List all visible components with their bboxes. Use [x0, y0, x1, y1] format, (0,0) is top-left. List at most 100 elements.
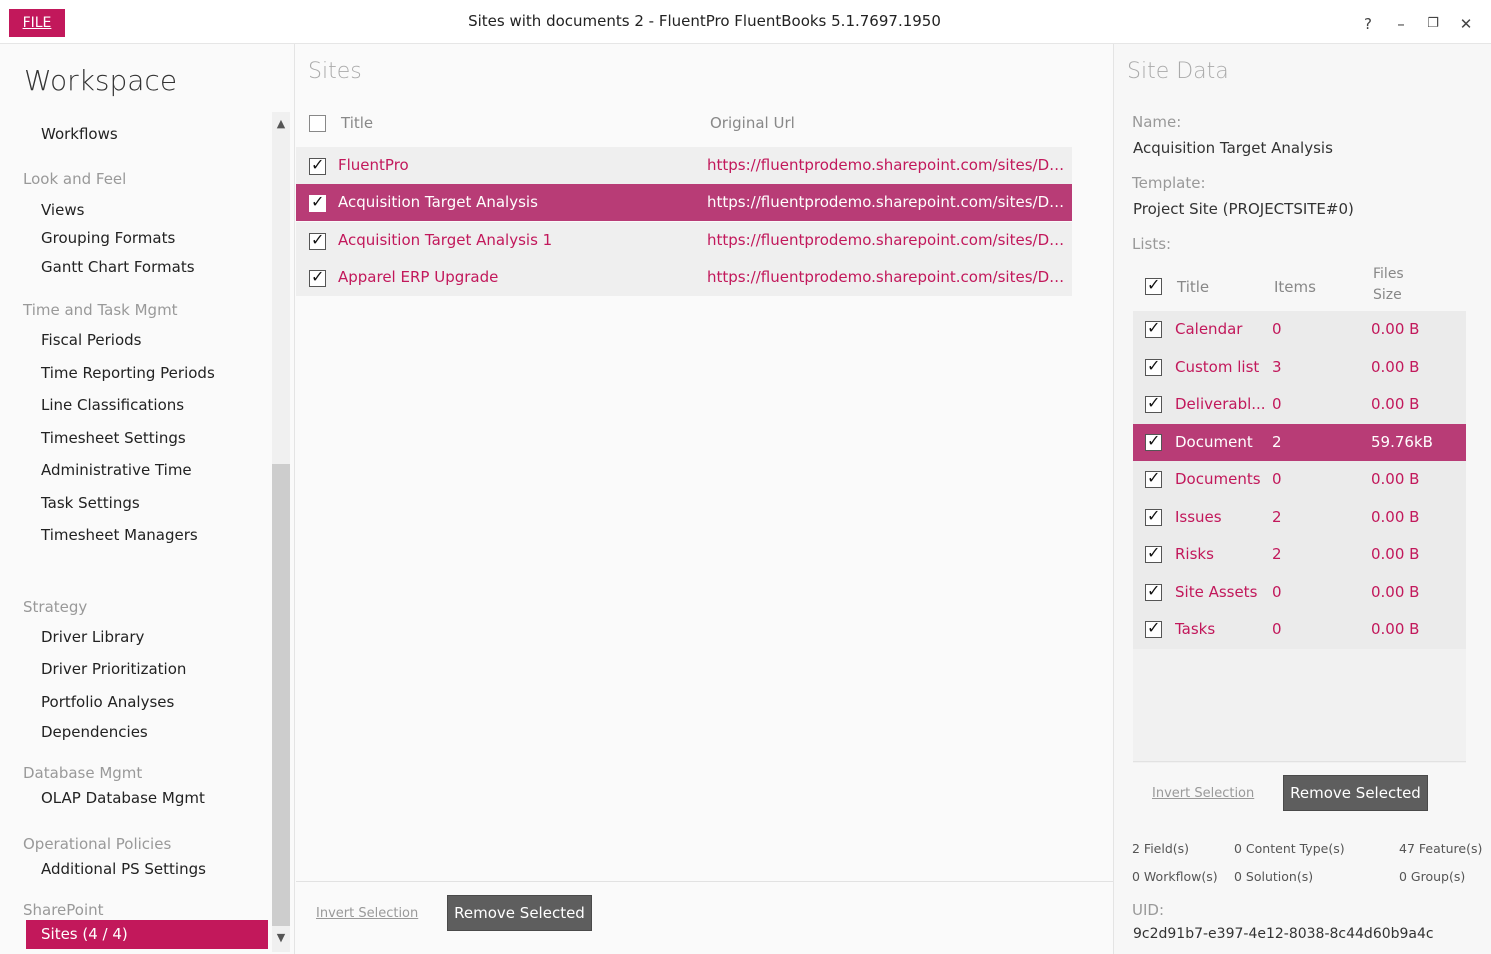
- nav-item-timesheet-settings[interactable]: Timesheet Settings: [41, 429, 186, 447]
- nav-item-driver-library[interactable]: Driver Library: [41, 628, 144, 646]
- lists-column-items[interactable]: Items: [1274, 278, 1316, 296]
- site-url: https://fluentprodemo.sharepoint.com/sit…: [707, 268, 1067, 286]
- nav-section-time-task: Time and Task Mgmt: [23, 301, 178, 319]
- site-row-checkbox[interactable]: [309, 155, 326, 175]
- scroll-up-icon[interactable]: ▲: [272, 115, 290, 133]
- site-title: Acquisition Target Analysis: [338, 193, 538, 211]
- lists-column-size-label[interactable]: Size: [1373, 287, 1402, 303]
- list-row-checkbox[interactable]: [1145, 581, 1162, 601]
- site-row-checkbox[interactable]: [309, 230, 326, 250]
- nav-item-task-settings[interactable]: Task Settings: [41, 494, 140, 512]
- name-value: Acquisition Target Analysis: [1133, 139, 1333, 157]
- list-row[interactable]: Custom list 3 0.00 B: [1133, 348, 1466, 386]
- site-title: FluentPro: [338, 156, 409, 174]
- nav-item-olap-database-mgmt[interactable]: OLAP Database Mgmt: [41, 789, 205, 807]
- list-row[interactable]: Calendar 0 0.00 B: [1133, 311, 1466, 349]
- remove-selected-lists-button[interactable]: Remove Selected: [1283, 775, 1428, 811]
- list-row[interactable]: Risks 2 0.00 B: [1133, 536, 1466, 574]
- groups-count: 0 Group(s): [1399, 869, 1466, 884]
- site-row[interactable]: Acquisition Target Analysis 1 https://fl…: [296, 222, 1072, 259]
- template-value: Project Site (PROJECTSITE#0): [1133, 200, 1354, 218]
- list-size: 0.00 B: [1371, 620, 1420, 638]
- list-row-checkbox[interactable]: [1145, 431, 1162, 451]
- solutions-count: 0 Solution(s): [1234, 869, 1314, 884]
- list-name: Deliverabl...: [1175, 395, 1266, 413]
- list-row-checkbox[interactable]: [1145, 468, 1162, 488]
- invert-selection-link[interactable]: Invert Selection: [316, 906, 418, 921]
- site-row[interactable]: Apparel ERP Upgrade https://fluentprodem…: [296, 259, 1072, 296]
- list-name: Issues: [1175, 507, 1222, 526]
- nav-item-time-reporting-periods[interactable]: Time Reporting Periods: [41, 364, 215, 382]
- remove-selected-sites-button[interactable]: Remove Selected: [447, 895, 592, 931]
- site-row-checkbox[interactable]: [309, 192, 326, 212]
- list-size: 0.00 B: [1371, 545, 1420, 563]
- workflows-count: 0 Workflow(s): [1132, 869, 1218, 884]
- nav-item-gantt-chart-formats[interactable]: Gantt Chart Formats: [41, 258, 195, 276]
- nav-item-sites[interactable]: Sites (4 / 4): [26, 920, 268, 949]
- sites-panel: Sites Title Original Url FluentPro https…: [296, 44, 1113, 954]
- nav-item-timesheet-managers[interactable]: Timesheet Managers: [41, 526, 198, 544]
- nav-scrollbar-thumb[interactable]: [272, 464, 290, 926]
- nav-item-fiscal-periods[interactable]: Fiscal Periods: [41, 331, 141, 349]
- list-row-checkbox[interactable]: [1145, 543, 1162, 563]
- nav-item-additional-ps-settings[interactable]: Additional PS Settings: [41, 860, 206, 878]
- workspace-navigation: Workspace Workflows Look and Feel Views …: [0, 44, 295, 954]
- scroll-down-icon[interactable]: ▼: [272, 929, 290, 947]
- list-row[interactable]: Site Assets 0 0.00 B: [1133, 573, 1466, 611]
- lists-column-files-label[interactable]: Files: [1373, 266, 1404, 282]
- close-button[interactable]: ✕: [1454, 12, 1478, 36]
- list-row-checkbox[interactable]: [1145, 356, 1162, 376]
- list-row[interactable]: Documents 0 0.00 B: [1133, 461, 1466, 499]
- fields-count: 2 Field(s): [1132, 841, 1190, 856]
- list-row[interactable]: Tasks 0 0.00 B: [1133, 611, 1466, 649]
- list-items: 0: [1272, 320, 1282, 338]
- list-size: 0.00 B: [1371, 320, 1420, 338]
- nav-item-driver-prioritization[interactable]: Driver Prioritization: [41, 660, 186, 678]
- nav-item-administrative-time[interactable]: Administrative Time: [41, 461, 192, 479]
- nav-item-dependencies[interactable]: Dependencies: [41, 723, 148, 741]
- lists-table-header: Title Items Files Size: [1133, 260, 1466, 311]
- column-header-title[interactable]: Title: [341, 114, 373, 132]
- nav-item-workflows[interactable]: Workflows: [41, 125, 118, 143]
- list-row[interactable]: Deliverabl... 0 0.00 B: [1133, 386, 1466, 424]
- list-name: Document: [1175, 432, 1253, 451]
- minimize-button[interactable]: –: [1389, 12, 1413, 36]
- divider: [296, 881, 1113, 882]
- nav-section-database-mgmt: Database Mgmt: [23, 764, 143, 782]
- nav-item-views[interactable]: Views: [41, 201, 84, 219]
- invert-selection-lists-link[interactable]: Invert Selection: [1152, 786, 1254, 801]
- list-size: 0.00 B: [1371, 582, 1420, 601]
- list-row-checkbox[interactable]: [1145, 318, 1162, 338]
- list-items: 0: [1272, 620, 1282, 638]
- site-row[interactable]: FluentPro https://fluentprodemo.sharepoi…: [296, 147, 1072, 184]
- list-items: 0: [1272, 470, 1282, 488]
- list-size: 0.00 B: [1371, 507, 1420, 526]
- list-size: 0.00 B: [1371, 357, 1420, 376]
- sites-heading: Sites: [308, 59, 362, 84]
- list-row-checkbox[interactable]: [1145, 618, 1162, 638]
- name-label: Name:: [1132, 113, 1182, 131]
- column-header-original-url[interactable]: Original Url: [710, 114, 795, 132]
- list-row-selected[interactable]: Document 2 59.76kB: [1133, 423, 1466, 461]
- restore-button[interactable]: ❐: [1421, 12, 1445, 36]
- nav-item-portfolio-analyses[interactable]: Portfolio Analyses: [41, 693, 174, 711]
- list-row-checkbox[interactable]: [1145, 393, 1162, 413]
- site-row-selected[interactable]: Acquisition Target Analysis https://flue…: [296, 184, 1072, 221]
- nav-item-line-classifications[interactable]: Line Classifications: [41, 396, 184, 414]
- site-title: Acquisition Target Analysis 1: [338, 231, 553, 249]
- select-all-lists-checkbox[interactable]: [1145, 275, 1162, 295]
- select-all-sites-checkbox[interactable]: [309, 115, 326, 136]
- list-items: 0: [1272, 395, 1282, 413]
- site-url: https://fluentprodemo.sharepoint.com/sit…: [707, 193, 1067, 211]
- list-row[interactable]: Issues 2 0.00 B: [1133, 498, 1466, 536]
- uid-value: 9c2d91b7-e397-4e12-8038-8c44d60b9a4c: [1133, 926, 1434, 942]
- lists-table: Title Items Files Size Calendar 0 0.00 B…: [1133, 260, 1466, 763]
- nav-item-grouping-formats[interactable]: Grouping Formats: [41, 229, 175, 247]
- list-name: Custom list: [1175, 357, 1260, 376]
- help-button[interactable]: ?: [1356, 12, 1380, 36]
- site-row-checkbox[interactable]: [309, 267, 326, 287]
- lists-column-title[interactable]: Title: [1177, 278, 1209, 296]
- list-name: Calendar: [1175, 320, 1243, 338]
- list-items: 2: [1272, 545, 1282, 563]
- list-row-checkbox[interactable]: [1145, 506, 1162, 526]
